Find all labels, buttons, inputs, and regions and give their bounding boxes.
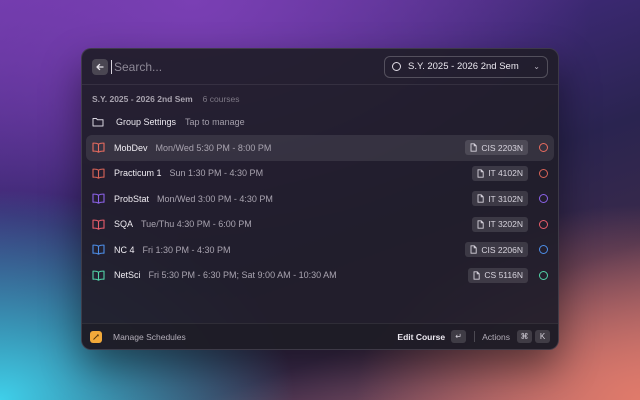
course-schedule: Fri 1:30 PM - 4:30 PM bbox=[142, 244, 231, 255]
document-icon bbox=[473, 271, 481, 280]
semester-dropdown-label: S.Y. 2025 - 2026 2nd Sem bbox=[408, 61, 519, 72]
course-code-tag: IT 3102N bbox=[472, 191, 528, 207]
document-icon bbox=[470, 245, 478, 254]
circle-icon bbox=[392, 62, 401, 71]
back-button[interactable] bbox=[92, 58, 108, 75]
course-code: CIS 2203N bbox=[481, 142, 523, 153]
arrow-left-icon bbox=[96, 63, 104, 70]
color-circle-icon bbox=[539, 270, 548, 280]
footer-divider bbox=[474, 331, 476, 342]
course-code: CS 5116N bbox=[484, 270, 523, 281]
course-row[interactable]: Practicum 1 Sun 1:30 PM - 4:30 PM IT 4102N bbox=[86, 161, 554, 187]
color-circle-icon bbox=[539, 219, 548, 229]
course-code: IT 4102N bbox=[488, 168, 523, 179]
command-key-hint: ⌘ bbox=[517, 330, 532, 343]
course-row[interactable]: NC 4 Fri 1:30 PM - 4:30 PM CIS 2206N bbox=[86, 237, 554, 263]
search-input[interactable] bbox=[114, 59, 314, 74]
document-icon bbox=[477, 194, 484, 203]
course-schedule: Sun 1:30 PM - 4:30 PM bbox=[169, 168, 264, 179]
launcher-window: S.Y. 2025 - 2026 2nd Sem ⌄ S.Y. 2025 - 2… bbox=[81, 48, 559, 350]
course-schedule: Mon/Wed 3:00 PM - 4:30 PM bbox=[157, 193, 273, 204]
color-circle-icon bbox=[539, 194, 548, 204]
section-header: S.Y. 2025 - 2026 2nd Sem 6 courses bbox=[82, 85, 558, 111]
course-row[interactable]: MobDev Mon/Wed 5:30 PM - 8:00 PM CIS 2203N bbox=[86, 135, 554, 161]
document-icon bbox=[477, 220, 484, 229]
schedule-app-icon bbox=[90, 330, 102, 343]
book-icon bbox=[92, 193, 105, 204]
book-icon bbox=[92, 219, 105, 230]
course-schedule: Mon/Wed 5:30 PM - 8:00 PM bbox=[155, 142, 272, 153]
return-key-hint: ↵ bbox=[451, 330, 467, 343]
text-cursor bbox=[111, 59, 112, 74]
course-code: IT 3102N bbox=[488, 193, 523, 204]
course-code-tag: CIS 2206N bbox=[465, 242, 528, 258]
semester-dropdown[interactable]: S.Y. 2025 - 2026 2nd Sem ⌄ bbox=[384, 55, 548, 78]
section-title: S.Y. 2025 - 2026 2nd Sem bbox=[92, 94, 193, 104]
book-icon bbox=[92, 142, 105, 153]
group-settings-row[interactable]: Group Settings Tap to manage bbox=[82, 111, 558, 133]
course-code-tag: CS 5116N bbox=[468, 267, 528, 283]
course-list: MobDev Mon/Wed 5:30 PM - 8:00 PM CIS 2203N… bbox=[82, 133, 558, 288]
course-name: NC 4 bbox=[114, 244, 135, 255]
course-schedule: Fri 5:30 PM - 6:30 PM; Sat 9:00 AM - 10:… bbox=[148, 270, 337, 281]
course-row[interactable]: SQA Tue/Thu 4:30 PM - 6:00 PM IT 3202N bbox=[86, 212, 554, 238]
folder-icon bbox=[92, 118, 104, 127]
book-icon bbox=[92, 168, 105, 179]
course-code-tag: IT 3202N bbox=[472, 216, 528, 232]
group-settings-subtitle: Tap to manage bbox=[185, 117, 245, 127]
edit-course-button[interactable]: Edit Course bbox=[397, 332, 445, 342]
color-circle-icon bbox=[539, 245, 548, 255]
course-name: ProbStat bbox=[114, 193, 150, 204]
actions-button[interactable]: Actions bbox=[482, 332, 510, 342]
document-icon bbox=[477, 169, 484, 178]
chevron-down-icon: ⌄ bbox=[533, 62, 540, 71]
course-row[interactable]: ProbStat Mon/Wed 3:00 PM - 4:30 PM IT 3102… bbox=[86, 186, 554, 212]
group-settings-title: Group Settings bbox=[116, 117, 177, 127]
course-name: SQA bbox=[114, 219, 134, 230]
course-code-tag: CIS 2203N bbox=[465, 140, 528, 156]
color-circle-icon bbox=[539, 168, 548, 178]
document-icon bbox=[470, 143, 478, 152]
course-name: MobDev bbox=[114, 142, 148, 153]
course-count: 6 courses bbox=[202, 94, 240, 104]
footer-bar: Manage Schedules Edit Course ↵ Actions ⌘… bbox=[82, 323, 558, 349]
course-name: Practicum 1 bbox=[114, 168, 162, 179]
manage-schedules-label[interactable]: Manage Schedules bbox=[113, 332, 186, 342]
book-icon bbox=[92, 270, 105, 281]
search-bar: S.Y. 2025 - 2026 2nd Sem ⌄ bbox=[82, 49, 558, 85]
course-name: NetSci bbox=[114, 270, 141, 281]
color-circle-icon bbox=[539, 143, 548, 153]
k-key-hint: K bbox=[535, 330, 550, 343]
course-schedule: Tue/Thu 4:30 PM - 6:00 PM bbox=[141, 219, 252, 230]
course-row[interactable]: NetSci Fri 5:30 PM - 6:30 PM; Sat 9:00 AM… bbox=[86, 263, 554, 289]
course-code: CIS 2206N bbox=[481, 244, 523, 255]
course-code-tag: IT 4102N bbox=[472, 165, 528, 181]
book-icon bbox=[92, 244, 105, 255]
course-code: IT 3202N bbox=[488, 219, 523, 230]
